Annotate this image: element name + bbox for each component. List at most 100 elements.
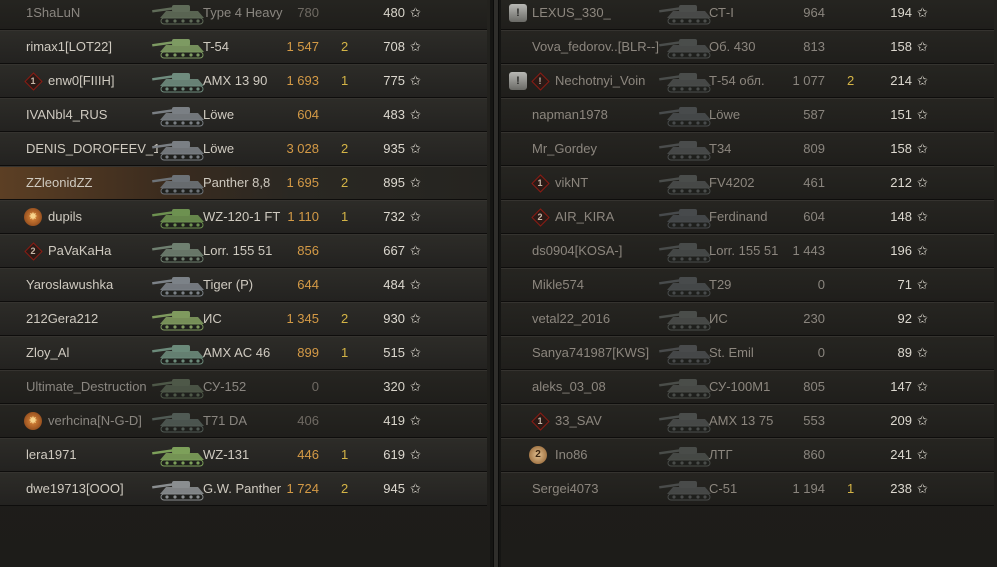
damage-value: 0 xyxy=(311,379,319,394)
player-row[interactable]: ds0904[KOSA-] Lorr. 155 51 1 443 196 ✩ xyxy=(501,234,994,268)
damage-value: 644 xyxy=(297,277,319,292)
score-value: 209 xyxy=(890,413,912,428)
damage-value: 0 xyxy=(817,345,825,360)
damage-value: 604 xyxy=(803,209,825,224)
star-icon: ✩ xyxy=(917,243,928,258)
player-row[interactable]: ZZleonidZZ Panther 8,8 1 695 2 895 ✩ xyxy=(0,166,487,200)
damage-value: 1 695 xyxy=(286,175,319,190)
player-row[interactable]: 1ShaLuN Type 4 Heavy 780 480 ✩ xyxy=(0,0,487,30)
tank-silhouette-icon xyxy=(152,101,210,129)
kills-value xyxy=(847,133,861,165)
shield-icon: ! xyxy=(509,72,527,90)
damage-value: 0 xyxy=(817,277,825,292)
rank-number: 1 xyxy=(537,178,543,188)
star-icon: ✩ xyxy=(410,243,421,258)
player-name: Nechotnyi_Voin xyxy=(555,73,646,88)
player-row[interactable]: rimax1[LOT22] T-54 1 547 2 708 ✩ xyxy=(0,30,487,64)
player-row[interactable]: DENIS_DOROFEEV_1.. Löwe 3 028 2 935 ✩ xyxy=(0,132,487,166)
player-name: aleks_03_08 xyxy=(532,379,606,394)
score-value: 151 xyxy=(890,107,912,122)
rank-number: ! xyxy=(538,76,542,86)
player-row[interactable]: !! Nechotnyi_Voin Т-54 обл. 1 077 2 214 ✩ xyxy=(501,64,994,98)
player-name: AIR_KIRA xyxy=(555,209,615,224)
score-value: 484 xyxy=(383,277,405,292)
player-row[interactable]: 1 33_SAV AMX 13 75 553 209 ✩ xyxy=(501,404,994,438)
damage-value: 1 547 xyxy=(286,39,319,54)
player-row[interactable]: IVANbl4_RUS Löwe 604 483 ✩ xyxy=(0,98,487,132)
player-row[interactable]: lera1971 WZ-131 446 1 619 ✩ xyxy=(0,438,487,472)
player-row[interactable]: Ultimate_Destruction СУ-152 0 320 ✩ xyxy=(0,370,487,404)
player-row[interactable]: Mikle574 T29 0 71 ✩ xyxy=(501,268,994,302)
player-row[interactable]: Vova_fedorov..[BLR--] Об. 430 813 158 ✩ xyxy=(501,30,994,64)
kills-value xyxy=(341,269,355,301)
player-name: Zloy_Al xyxy=(26,345,70,360)
player-row[interactable]: 2 AIR_KIRA Ferdinand 604 148 ✩ xyxy=(501,200,994,234)
score-value: 89 xyxy=(897,345,912,360)
score-value: 515 xyxy=(383,345,405,360)
kills-value: 2 xyxy=(341,481,349,496)
player-name: IVANbl4_RUS xyxy=(26,107,108,122)
score-value: 212 xyxy=(890,175,912,190)
player-name: 33_SAV xyxy=(555,413,602,428)
tank-silhouette-icon xyxy=(152,0,210,27)
player-row[interactable]: 2 Ino86 ЛТГ 860 241 ✩ xyxy=(501,438,994,472)
player-row[interactable]: ! LEXUS_330_ СТ-I 964 194 ✩ xyxy=(501,0,994,30)
score-value: 241 xyxy=(890,447,912,462)
star-icon: ✩ xyxy=(410,5,421,20)
player-row[interactable]: Sergei4073 С-51 1 194 1 238 ✩ xyxy=(501,472,994,506)
player-name: enw0[FIIIH] xyxy=(48,73,115,88)
player-row[interactable]: ✸ dupils WZ-120-1 FT 1 110 1 732 ✩ xyxy=(0,200,487,234)
player-name: vikNT xyxy=(555,175,589,190)
kills-value: 2 xyxy=(341,311,349,326)
star-icon: ✩ xyxy=(917,73,928,88)
score-value: 92 xyxy=(897,311,912,326)
star-icon: ✩ xyxy=(917,447,928,462)
player-row[interactable]: dwe19713[OOO] G.W. Panther 1 724 2 945 ✩ xyxy=(0,472,487,506)
player-row[interactable]: vetal22_2016 ИС 230 92 ✩ xyxy=(501,302,994,336)
star-icon: ✩ xyxy=(917,481,928,496)
player-row[interactable]: 2 PaVaKaHa Lorr. 155 51 856 667 ✩ xyxy=(0,234,487,268)
damage-value: 461 xyxy=(803,175,825,190)
rank-diamond-icon: 1 xyxy=(24,72,42,90)
tank-silhouette-icon xyxy=(152,67,210,95)
star-icon: ✩ xyxy=(917,107,928,122)
star-icon: ✩ xyxy=(410,277,421,292)
tank-silhouette-icon xyxy=(152,305,210,333)
rank-number: 1 xyxy=(537,416,543,426)
rank-diamond-icon: 1 xyxy=(531,412,549,430)
player-name: ds0904[KOSA-] xyxy=(532,243,623,258)
gear-medal-icon: ✸ xyxy=(24,412,42,430)
kills-value xyxy=(847,269,861,301)
kills-value xyxy=(847,337,861,369)
player-row[interactable]: napman1978 Löwe 587 151 ✩ xyxy=(501,98,994,132)
player-row[interactable]: 1 vikNT FV4202 461 212 ✩ xyxy=(501,166,994,200)
star-icon: ✩ xyxy=(917,141,928,156)
tank-silhouette-icon xyxy=(152,441,210,469)
score-value: 196 xyxy=(890,243,912,258)
score-value: 483 xyxy=(383,107,405,122)
player-name: lera1971 xyxy=(26,447,77,462)
player-name: ZZleonidZZ xyxy=(26,175,93,190)
star-icon: ✩ xyxy=(410,209,421,224)
player-row[interactable]: Zloy_Al AMX AC 46 899 1 515 ✩ xyxy=(0,336,487,370)
score-value: 419 xyxy=(383,413,405,428)
damage-value: 446 xyxy=(297,447,319,462)
score-value: 930 xyxy=(383,311,405,326)
rank-diamond-icon: 2 xyxy=(531,208,549,226)
damage-value: 1 693 xyxy=(286,73,319,88)
score-value: 158 xyxy=(890,39,912,54)
team-divider xyxy=(490,0,501,567)
player-row[interactable]: Mr_Gordey T34 809 158 ✩ xyxy=(501,132,994,166)
player-row[interactable]: Yaroslawushka Tiger (P) 644 484 ✩ xyxy=(0,268,487,302)
player-row[interactable]: Sanya741987[KWS] St. Emil 0 89 ✩ xyxy=(501,336,994,370)
kills-value xyxy=(341,235,355,267)
player-row[interactable]: 212Gera212 ИС 1 345 2 930 ✩ xyxy=(0,302,487,336)
score-value: 775 xyxy=(383,73,405,88)
player-row[interactable]: ✸ verhcina[N-G-D] T71 DA 406 419 ✩ xyxy=(0,404,487,438)
player-row[interactable]: 1 enw0[FIIIH] AMX 13 90 1 693 1 775 ✩ xyxy=(0,64,487,98)
star-icon: ✩ xyxy=(410,39,421,54)
star-icon: ✩ xyxy=(917,5,928,20)
player-row[interactable]: aleks_03_08 СУ-100М1 805 147 ✩ xyxy=(501,370,994,404)
kills-value xyxy=(847,31,861,63)
score-value: 895 xyxy=(383,175,405,190)
